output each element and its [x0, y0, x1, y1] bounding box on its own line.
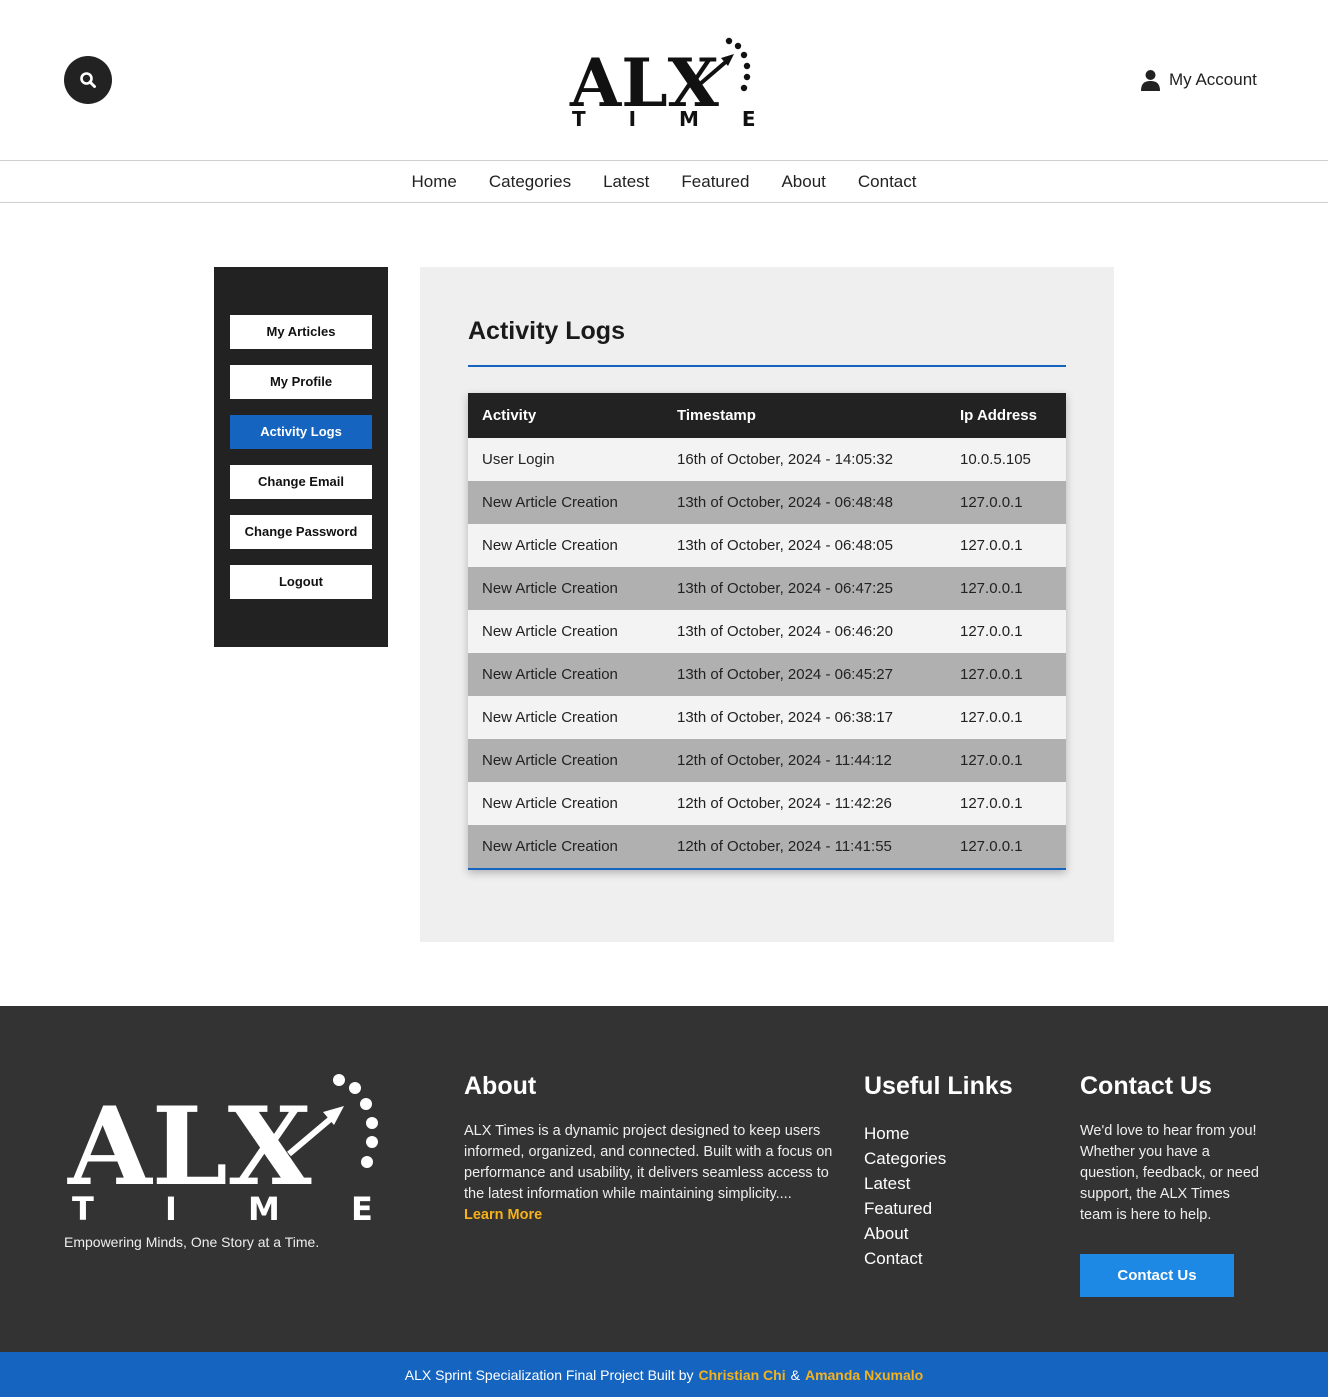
cell-timestamp: 13th of October, 2024 - 06:46:20 — [677, 623, 893, 640]
sidebar-item-change-password[interactable]: Change Password — [230, 515, 372, 549]
cell-timestamp: 12th of October, 2024 - 11:41:55 — [677, 838, 892, 855]
cell-ip-address: 127.0.0.1 — [960, 666, 1023, 683]
svg-text:T I M E S: T I M E S — [572, 107, 760, 130]
my-account-label: My Account — [1169, 70, 1257, 89]
cell-ip-address: 127.0.0.1 — [960, 709, 1023, 726]
cell-activity: New Article Creation — [482, 623, 618, 640]
footer-contact-text: We'd love to hear from you! Whether you … — [1080, 1123, 1259, 1223]
cell-timestamp: 13th of October, 2024 - 06:48:05 — [677, 537, 893, 554]
title-divider — [468, 365, 1066, 367]
search-icon — [80, 72, 96, 88]
table-row: New Article Creation 12th of October, 20… — [468, 739, 1066, 782]
nav-item-latest[interactable]: Latest — [603, 172, 649, 192]
cell-activity: New Article Creation — [482, 580, 618, 597]
account-sidebar: My Articles My Profile Activity Logs Cha… — [214, 267, 388, 647]
cell-activity: New Article Creation — [482, 838, 618, 855]
site-footer: ALX T I M E S Empowering Minds, One Stor… — [0, 1006, 1328, 1352]
cell-ip-address: 127.0.0.1 — [960, 494, 1023, 511]
sidebar-item-my-articles[interactable]: My Articles — [230, 315, 372, 349]
footer-link-home[interactable]: Home — [864, 1121, 946, 1146]
cell-activity: New Article Creation — [482, 709, 618, 726]
cell-activity: New Article Creation — [482, 537, 618, 554]
my-account-link[interactable]: My Account — [1141, 68, 1257, 92]
footer-contact-title: Contact Us — [1080, 1072, 1212, 1100]
author-link-amanda-nxumalo[interactable]: Amanda Nxumalo — [805, 1367, 923, 1383]
cell-activity: User Login — [482, 451, 555, 468]
credits-separator: & — [790, 1366, 800, 1383]
search-button[interactable] — [64, 56, 112, 104]
table-row: User Login 16th of October, 2024 - 14:05… — [468, 438, 1066, 481]
cell-activity: New Article Creation — [482, 795, 618, 812]
footer-about-text: ALX Times is a dynamic project designed … — [464, 1121, 834, 1226]
contact-us-button[interactable]: Contact Us — [1080, 1254, 1234, 1297]
cell-ip-address: 127.0.0.1 — [960, 537, 1023, 554]
user-icon — [1141, 70, 1160, 91]
table-header-row: Activity Timestamp Ip Address — [468, 393, 1066, 438]
footer-link-categories[interactable]: Categories — [864, 1146, 946, 1171]
cell-ip-address: 127.0.0.1 — [960, 623, 1023, 640]
credits-prefix: ALX Sprint Specialization Final Project … — [404, 1366, 694, 1383]
site-logo[interactable]: ALX T I M E S — [568, 36, 760, 130]
footer-tagline: Empowering Minds, One Story at a Time. — [64, 1234, 320, 1250]
cell-timestamp: 13th of October, 2024 - 06:45:27 — [677, 666, 893, 683]
cell-ip-address: 127.0.0.1 — [960, 795, 1023, 812]
cell-timestamp: 13th of October, 2024 - 06:38:17 — [677, 709, 893, 726]
svg-text:T I M E S: T I M E S — [72, 1190, 384, 1224]
table-row: New Article Creation 13th of October, 20… — [468, 481, 1066, 524]
table-row: New Article Creation 13th of October, 20… — [468, 610, 1066, 653]
table-row: New Article Creation 12th of October, 20… — [468, 825, 1066, 868]
sidebar-item-logout[interactable]: Logout — [230, 565, 372, 599]
table-row: New Article Creation 13th of October, 20… — [468, 653, 1066, 696]
cell-activity: New Article Creation — [482, 666, 618, 683]
cell-ip-address: 127.0.0.1 — [960, 838, 1023, 855]
footer-about-title: About — [464, 1072, 537, 1100]
column-header-ip-address: Ip Address — [960, 407, 1037, 424]
nav-item-about[interactable]: About — [781, 172, 825, 192]
page-title: Activity Logs — [468, 317, 625, 345]
footer-link-latest[interactable]: Latest — [864, 1171, 946, 1196]
site-header: ALX T I M E S My Account — [0, 0, 1328, 160]
cell-ip-address: 10.0.5.105 — [960, 451, 1031, 468]
nav-item-categories[interactable]: Categories — [489, 172, 571, 192]
sidebar-item-activity-logs[interactable]: Activity Logs — [230, 415, 372, 449]
footer-link-contact[interactable]: Contact — [864, 1246, 946, 1271]
author-link-christian-chi[interactable]: Christian Chi — [698, 1367, 785, 1383]
learn-more-link[interactable]: Learn More — [464, 1207, 542, 1223]
footer-links-list: Home Categories Latest Featured About Co… — [864, 1121, 946, 1271]
footer-link-about[interactable]: About — [864, 1221, 946, 1246]
cell-activity: New Article Creation — [482, 494, 618, 511]
cell-timestamp: 13th of October, 2024 - 06:47:25 — [677, 580, 893, 597]
activity-table-container: Activity Timestamp Ip Address User Login… — [468, 393, 1066, 870]
cell-timestamp: 16th of October, 2024 - 14:05:32 — [677, 451, 893, 468]
sidebar-item-my-profile[interactable]: My Profile — [230, 365, 372, 399]
activity-table: Activity Timestamp Ip Address User Login… — [468, 393, 1066, 868]
footer-logo[interactable]: ALX T I M E S — [64, 1074, 384, 1224]
table-row: New Article Creation 13th of October, 20… — [468, 567, 1066, 610]
cell-activity: New Article Creation — [482, 752, 618, 769]
main-nav: Home Categories Latest Featured About Co… — [0, 160, 1328, 203]
table-row: New Article Creation 12th of October, 20… — [468, 782, 1066, 825]
cell-ip-address: 127.0.0.1 — [960, 752, 1023, 769]
column-header-timestamp: Timestamp — [677, 407, 756, 424]
nav-item-home[interactable]: Home — [412, 172, 457, 192]
footer-about-body: ALX Times is a dynamic project designed … — [464, 1123, 833, 1202]
footer-links-title: Useful Links — [864, 1072, 1013, 1100]
activity-logs-panel: Activity Logs Activity Timestamp Ip Addr… — [420, 267, 1114, 942]
nav-item-contact[interactable]: Contact — [858, 172, 917, 192]
table-row: New Article Creation 13th of October, 20… — [468, 524, 1066, 567]
cell-timestamp: 12th of October, 2024 - 11:42:26 — [677, 795, 892, 812]
credits-bar: ALX Sprint Specialization Final Project … — [0, 1352, 1328, 1397]
nav-item-featured[interactable]: Featured — [681, 172, 749, 192]
cell-timestamp: 12th of October, 2024 - 11:44:12 — [677, 752, 892, 769]
sidebar-item-change-email[interactable]: Change Email — [230, 465, 372, 499]
cell-timestamp: 13th of October, 2024 - 06:48:48 — [677, 494, 893, 511]
cell-ip-address: 127.0.0.1 — [960, 580, 1023, 597]
table-row: New Article Creation 13th of October, 20… — [468, 696, 1066, 739]
footer-link-featured[interactable]: Featured — [864, 1196, 946, 1221]
column-header-activity: Activity — [482, 407, 537, 424]
